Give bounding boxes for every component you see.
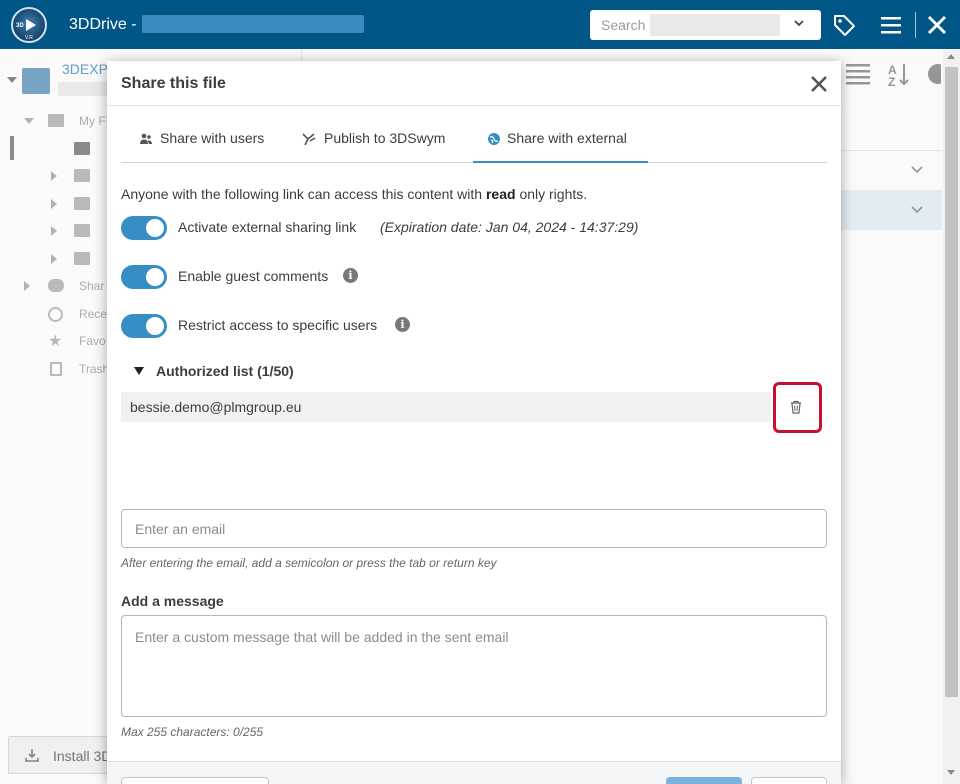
- redacted-title: [142, 15, 364, 33]
- toggle-label: Enable guest comments: [178, 268, 329, 284]
- tab-label: Publish to 3DSwym: [324, 130, 446, 146]
- share-tabs: Share with users Publish to 3DSwym Share…: [121, 116, 827, 163]
- logo-3d-text: 3D: [16, 23, 24, 29]
- redacted-search-scope: [650, 14, 780, 36]
- app-title: 3DDrive -: [69, 16, 137, 33]
- activate-external-link-toggle[interactable]: [121, 216, 167, 240]
- users-icon: [140, 133, 152, 144]
- menu-icon[interactable]: [877, 11, 905, 39]
- share-file-dialog: Share this file Share with users Publish…: [107, 61, 841, 784]
- 3dexperience-compass-icon[interactable]: 3D V.R: [11, 7, 47, 43]
- enable-guest-comments-toggle[interactable]: [121, 265, 167, 289]
- tag-icon[interactable]: [830, 11, 858, 39]
- toolbar-separator: [915, 12, 916, 38]
- info-icon[interactable]: i: [395, 317, 410, 332]
- tab-label: Share with external: [507, 130, 627, 146]
- toggle-label: Activate external sharing link: [178, 219, 357, 235]
- authorized-list-label: Authorized list (1/50): [156, 363, 294, 379]
- close-dialog-icon[interactable]: [808, 73, 830, 95]
- collapse-triangle-icon: [134, 367, 144, 375]
- toggle-row-guest-comments: Enable guest comments i: [121, 265, 521, 289]
- intro-bold-text: read: [485, 186, 516, 202]
- tab-label: Share with users: [160, 130, 265, 146]
- authorized-user-item: bessie.demo@plmgroup.eu: [121, 392, 771, 422]
- dialog-header: Share this file: [107, 61, 841, 106]
- footer-secondary-button[interactable]: [121, 777, 269, 784]
- toggle-row-restrict-access: Restrict access to specific users i: [121, 314, 521, 338]
- logo-vr-text: V.R: [25, 35, 33, 41]
- close-icon[interactable]: [923, 11, 951, 39]
- intro-text: Anyone with the following link can acces…: [121, 186, 486, 202]
- top-bar: 3D V.R 3DDrive -: [0, 0, 960, 49]
- info-icon[interactable]: i: [343, 268, 358, 283]
- scroll-down-arrow-icon[interactable]: [947, 770, 955, 775]
- globe-icon: [488, 133, 500, 145]
- trash-icon[interactable]: [788, 399, 804, 415]
- restrict-access-toggle[interactable]: [121, 314, 167, 338]
- email-input[interactable]: [121, 509, 827, 548]
- expiration-date: (Expiration date: Jan 04, 2024 - 14:37:2…: [380, 219, 639, 235]
- footer-cancel-button[interactable]: [751, 777, 827, 784]
- publish-icon: [302, 133, 316, 146]
- toggle-row-external-link: Activate external sharing link (Expirati…: [121, 216, 771, 240]
- scrollbar-thumb[interactable]: [945, 67, 958, 697]
- footer-primary-button[interactable]: [666, 777, 742, 784]
- character-counter: Max 255 characters: 0/255: [121, 725, 264, 739]
- tab-publish-to-3dswym[interactable]: Publish to 3DSwym: [302, 116, 472, 163]
- email-hint: After entering the email, add a semicolo…: [121, 556, 497, 570]
- message-textarea[interactable]: [121, 615, 827, 717]
- play-icon: [26, 19, 36, 31]
- authorized-user-email: bessie.demo@plmgroup.eu: [130, 399, 302, 415]
- access-description: Anyone with the following link can acces…: [121, 186, 587, 202]
- chevron-down-icon[interactable]: [793, 17, 805, 29]
- tab-share-with-external[interactable]: Share with external: [473, 116, 648, 163]
- message-label: Add a message: [121, 593, 224, 609]
- scroll-up-arrow-icon[interactable]: [947, 54, 955, 59]
- tab-share-with-users[interactable]: Share with users: [121, 116, 283, 163]
- intro-suffix-text: only rights.: [515, 186, 588, 202]
- toggle-label: Restrict access to specific users: [178, 317, 378, 333]
- dialog-title: Share this file: [121, 75, 226, 92]
